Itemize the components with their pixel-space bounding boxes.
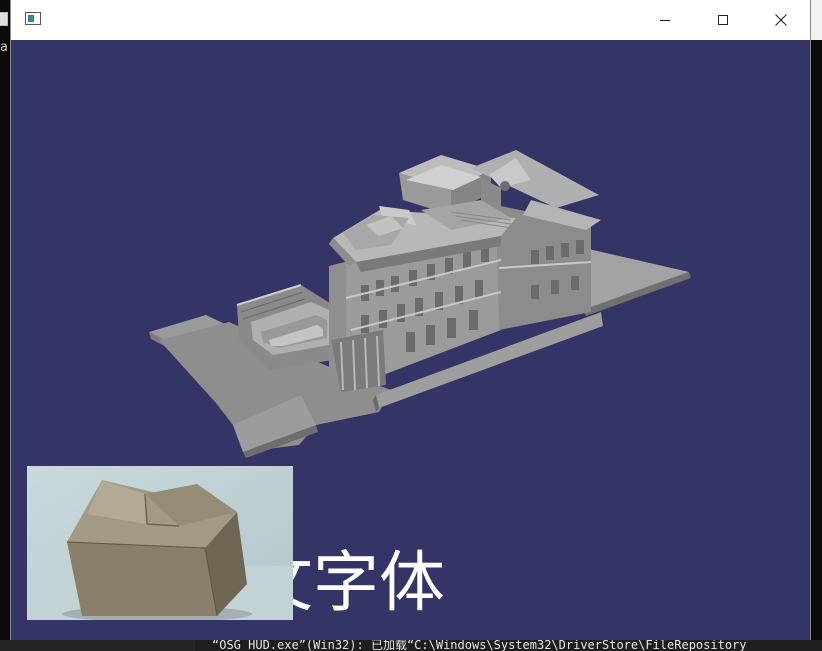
desktop: a 中文字体 “OSG_HUD.exe”(Win32): 已加载“C:\Wind… [0,0,822,651]
minimize-icon [660,19,670,21]
maximize-button[interactable] [694,0,752,40]
app-icon[interactable] [25,12,41,25]
close-icon [775,14,787,26]
title-bar[interactable] [11,0,810,40]
debug-output-line: “OSG_HUD.exe”(Win32): 已加载“C:\Windows\Sys… [0,640,822,651]
close-button[interactable] [752,0,810,40]
maximize-icon [718,15,728,25]
console-window-icon [0,12,8,26]
3d-viewport[interactable]: ■■■ 中文字体 [11,40,810,640]
output-text: “OSG_HUD.exe”(Win32): 已加载“C:\Windows\Sys… [212,640,747,651]
hud-box-image [27,466,293,620]
minimize-button[interactable] [636,0,694,40]
osg-window: ■■■ 中文字体 [10,0,811,640]
background-console-right [811,0,822,640]
console-text: a [0,40,8,55]
